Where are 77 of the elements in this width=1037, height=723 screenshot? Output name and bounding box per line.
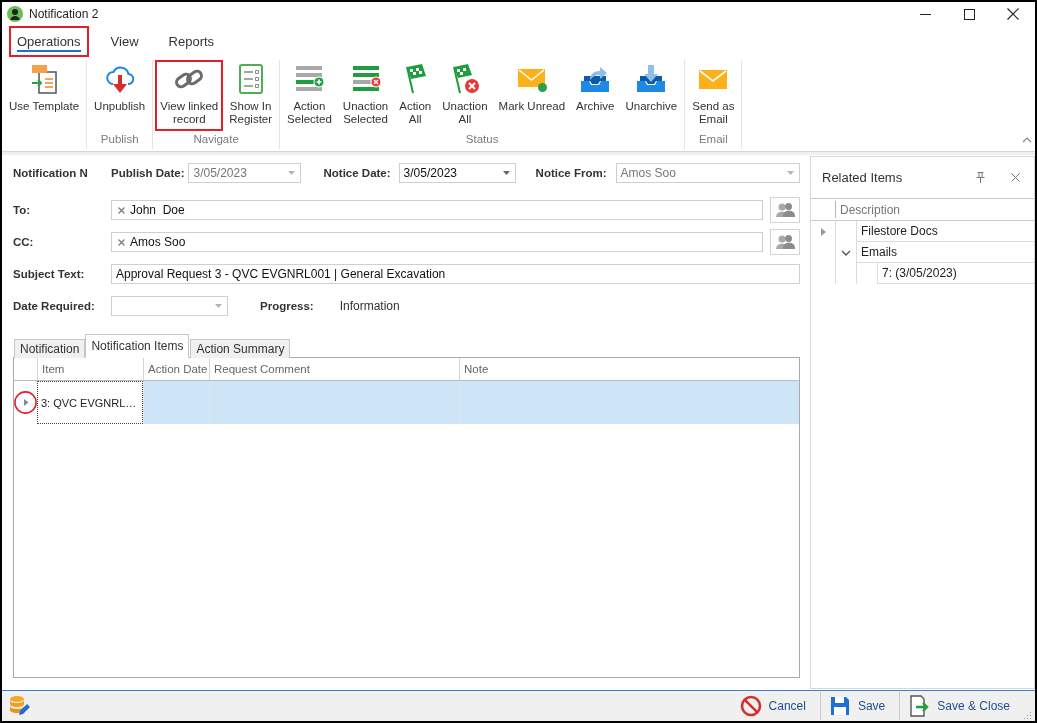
chevron-down-icon[interactable] [841, 249, 851, 256]
person-icon [7, 6, 23, 22]
pin-icon [976, 172, 985, 183]
ribbon-button[interactable]: Unarchive [620, 60, 683, 118]
group-label: Email [698, 132, 728, 147]
tab[interactable]: Notification Items [85, 334, 190, 358]
no-entry-icon [739, 695, 762, 717]
field-label: Date Required: [13, 300, 96, 312]
ribbon-button[interactable]: Archive [571, 60, 620, 118]
field-label: To: [13, 204, 32, 216]
recipients-field[interactable]: Amos Soo [111, 232, 763, 252]
column-header[interactable]: Action Date [143, 358, 209, 380]
exit-arrow-icon [908, 695, 931, 717]
field-label: Notice Date: [323, 167, 391, 179]
people-icon [775, 202, 795, 218]
chevron-up-icon [1022, 137, 1032, 143]
ribbon-button[interactable]: Show In Register [224, 60, 278, 131]
group-label: Publish [100, 132, 139, 147]
column-header[interactable]: Note [459, 358, 799, 380]
ribbon-button[interactable]: Unpublish [89, 60, 151, 118]
ribbon-button[interactable]: Use Template [4, 60, 85, 118]
table-row[interactable]: 3: QVC EVGNRL… [14, 381, 799, 424]
group-label: Status [465, 132, 499, 147]
ribbon-button[interactable]: Action Selected [282, 60, 337, 131]
table-cell: 3: QVC EVGNRL… [37, 381, 143, 424]
people-icon [775, 234, 795, 250]
column-header[interactable]: Item [37, 358, 143, 380]
tree-item[interactable]: Filestore Docs [856, 221, 1034, 242]
close-icon [1007, 8, 1019, 20]
resize-grip-icon [1024, 711, 1032, 719]
collapse-ribbon-button[interactable] [1022, 137, 1032, 143]
ribbon-button[interactable]: Unaction All [437, 60, 493, 131]
ribbon-tab[interactable]: Reports [160, 26, 223, 57]
progress-value: Information [339, 299, 400, 313]
contacts-button[interactable] [770, 229, 800, 255]
recipients-field[interactable]: John Doe [111, 200, 763, 220]
ribbon-button[interactable]: Send as Email [687, 60, 740, 131]
remove-icon [118, 206, 125, 214]
field-label: Publish Date: [111, 167, 185, 179]
contacts-button[interactable] [770, 197, 800, 223]
column-header[interactable]: Request Comment [209, 358, 459, 380]
date-field[interactable] [111, 296, 228, 316]
database-edit-icon [8, 695, 30, 717]
dropdown-arrow-icon [288, 171, 296, 175]
ribbon-tab[interactable]: View [102, 26, 147, 57]
date-field[interactable]: 3/05/2023 [398, 163, 516, 183]
maximize-icon [963, 8, 975, 20]
text-field[interactable]: Approval Request 3 - QVC EVGNRL001 | General Excavation [111, 264, 800, 284]
close-icon [1011, 173, 1020, 182]
field-label: Notification N [13, 167, 89, 179]
ribbon-button[interactable]: View linked record [155, 60, 224, 131]
panel-title: Related Items [822, 170, 904, 185]
tab[interactable]: Action Summary [190, 339, 291, 358]
field-label: Subject Text: [13, 268, 86, 280]
tray-download-icon [635, 63, 668, 95]
save-button[interactable]: Save [819, 692, 894, 720]
tab[interactable]: Notification [14, 339, 86, 358]
save-close-button[interactable]: Save & Close [899, 692, 1018, 720]
window-title: Notification 2 [29, 7, 100, 21]
ribbon-tab[interactable]: Operations [9, 26, 89, 57]
ribbon-button[interactable]: Mark Unread [493, 60, 571, 118]
remove-icon [118, 238, 125, 246]
cancel-button[interactable]: Cancel [731, 692, 814, 720]
dropdown-arrow-icon [215, 304, 222, 308]
ribbon-button[interactable]: Unaction Selected [337, 60, 394, 131]
minimize-icon [919, 13, 931, 15]
field-label: Notice From: [535, 167, 607, 179]
tree-item[interactable]: Emails [856, 242, 1034, 263]
group-label: Navigate [193, 132, 239, 147]
ribbon-button[interactable]: Action All [394, 60, 437, 131]
field-label: CC: [13, 236, 35, 248]
dropdown-arrow-icon [502, 171, 510, 175]
column-header[interactable]: Description [835, 201, 1034, 218]
tree-item[interactable]: 7: (3/05/2023) [877, 263, 1034, 284]
dropdown-arrow-icon [787, 171, 794, 175]
field-label: Progress: [260, 300, 314, 312]
row-indicator-icon[interactable] [14, 391, 37, 414]
